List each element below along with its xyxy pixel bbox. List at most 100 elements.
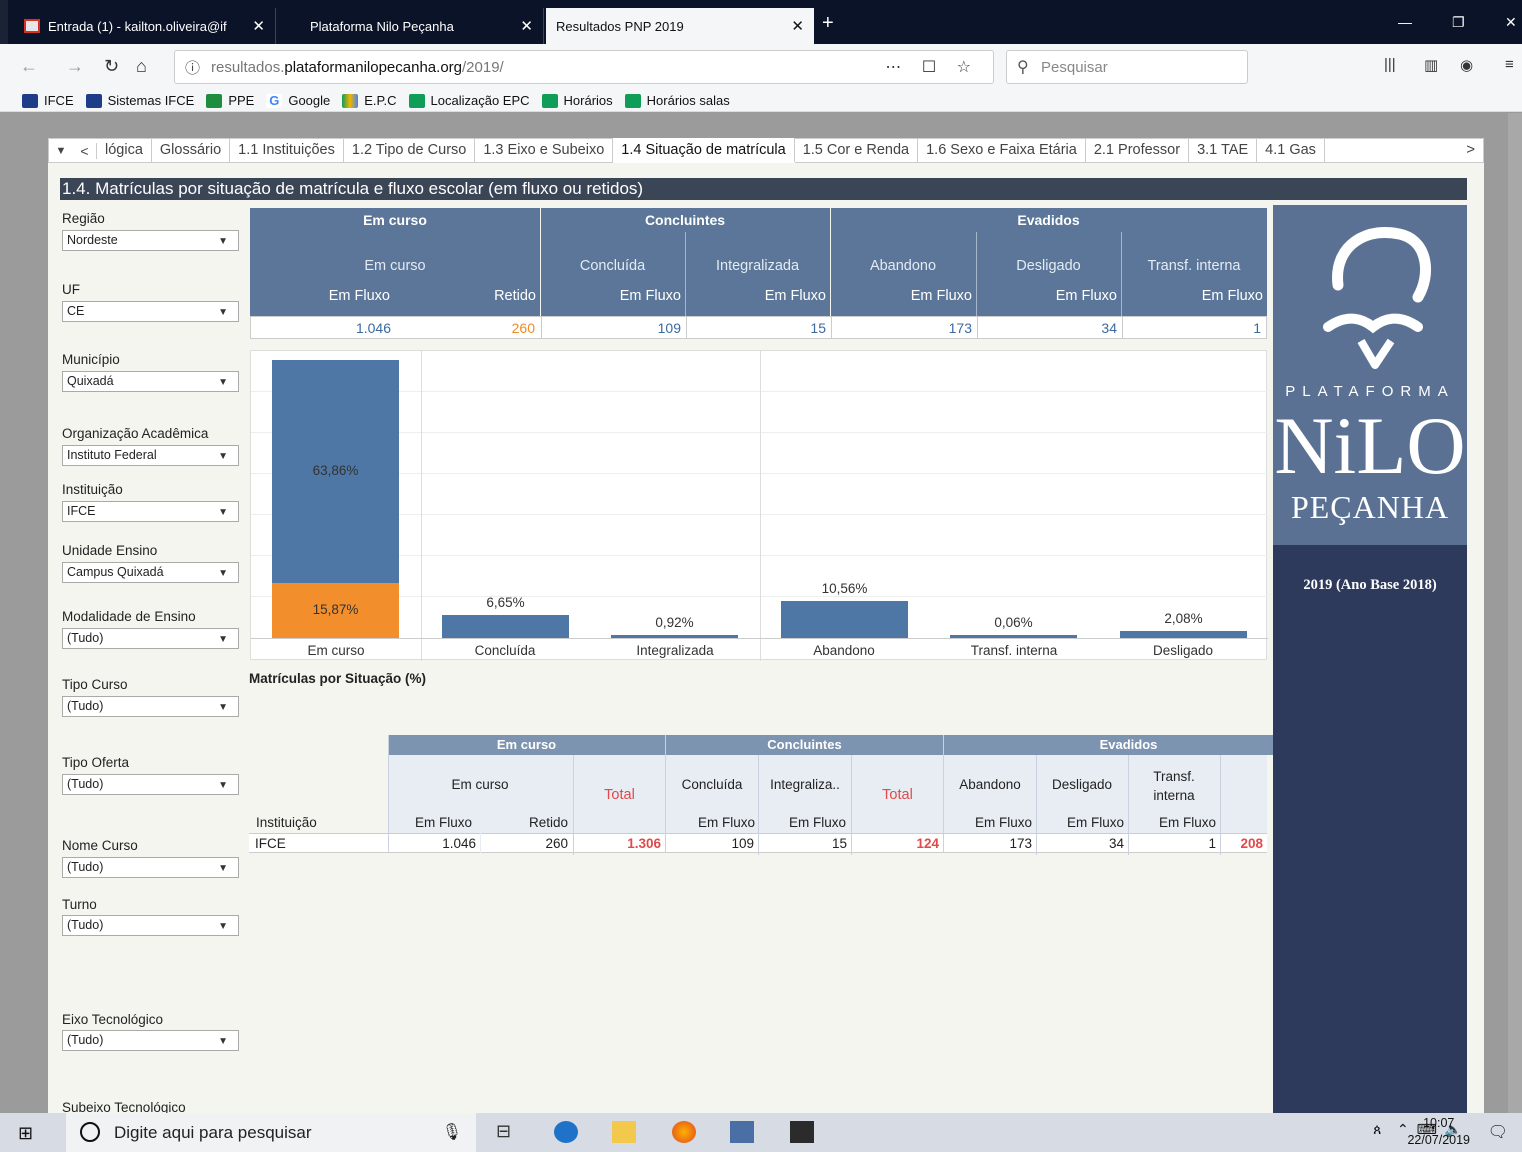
browser-tab-resultados[interactable]: Resultados PNP 2019 ✕: [546, 8, 814, 44]
tab-title: Entrada (1) - kailton.oliveira@if: [48, 18, 227, 34]
category-label: Desligado: [1152, 643, 1214, 658]
bar-em-fluxo[interactable]: [781, 601, 908, 638]
google-icon: G: [266, 93, 283, 108]
filter-turno-select[interactable]: (Tudo) ▼: [62, 915, 239, 936]
home-icon[interactable]: ⌂: [136, 56, 147, 77]
filter-uf-select[interactable]: CE ▼: [62, 301, 239, 322]
sub-transf-interna: Transf. interna: [1147, 258, 1241, 274]
task-view-icon[interactable]: ⊟: [496, 1121, 520, 1143]
filter-tipo-curso-select[interactable]: (Tudo) ▼: [62, 696, 239, 717]
filter-municipio-select[interactable]: Quixadá ▼: [62, 371, 239, 392]
divider: [851, 755, 852, 855]
tabs-prev-icon[interactable]: <: [73, 142, 97, 159]
bookmark-epc[interactable]: E.P.C: [342, 93, 397, 108]
bookmark-sistemas[interactable]: Sistemas IFCE: [85, 93, 194, 108]
tab-tae[interactable]: 3.1 TAE: [1189, 138, 1258, 163]
info-icon[interactable]: ⓘ: [185, 57, 200, 78]
tabs-dropdown-icon[interactable]: ▼: [49, 145, 73, 157]
account-icon[interactable]: ◉: [1460, 56, 1473, 74]
filter-tipo-oferta-select[interactable]: (Tudo) ▼: [62, 774, 239, 795]
dropdown-arrow-icon: ▼: [218, 863, 228, 874]
filter-instituicao-select[interactable]: IFCE ▼: [62, 501, 239, 522]
close-icon[interactable]: ✕: [252, 17, 265, 35]
windows-start-icon[interactable]: ⊞: [18, 1123, 33, 1144]
tab-glossario[interactable]: Glossário: [152, 138, 231, 163]
bookmark-ppe[interactable]: PPE: [206, 93, 254, 108]
row-value: 15: [831, 836, 847, 851]
filter-modalidade-select[interactable]: (Tudo) ▼: [62, 628, 239, 649]
detail-sub: Transf. interna: [1153, 769, 1195, 803]
url-prefix: resultados.: [211, 58, 285, 76]
tab-gastos[interactable]: 4.1 Gas: [1257, 138, 1325, 163]
tab-sexo-faixa[interactable]: 1.6 Sexo e Faixa Etária: [918, 138, 1086, 163]
divider: [758, 755, 759, 855]
detail-group-evadidos: Evadidos: [944, 735, 1313, 755]
url-bar[interactable]: ⓘ resultados. plataformanilopecanha.org/2…: [174, 50, 994, 84]
bar-em-fluxo[interactable]: [1120, 630, 1247, 638]
bar-em-fluxo[interactable]: [950, 635, 1077, 638]
taskbar-clock[interactable]: 10:07 22/07/2019: [1407, 1115, 1470, 1149]
drive-icon: [342, 93, 359, 108]
filter-label: Tipo Curso: [62, 677, 128, 692]
tab-situacao-matricula[interactable]: 1.4 Situação de matrícula: [613, 138, 795, 163]
filter-unidade-select[interactable]: Campus Quixadá ▼: [62, 562, 239, 583]
divider: [686, 317, 687, 339]
tab-instituicoes[interactable]: 1.1 Instituições: [230, 138, 344, 163]
detail-total-label: Total: [882, 787, 913, 803]
filter-label: Região: [62, 211, 105, 226]
close-icon[interactable]: ✕: [791, 17, 804, 35]
edge-icon[interactable]: [554, 1121, 578, 1143]
minimize-icon[interactable]: —: [1398, 14, 1412, 30]
bookmark-google[interactable]: G Google: [266, 93, 330, 108]
detail-flux: Retido: [528, 815, 568, 830]
tabs-next-icon[interactable]: >: [1466, 141, 1475, 158]
tab-logica[interactable]: lógica: [97, 138, 152, 163]
calculator-icon[interactable]: [790, 1121, 814, 1143]
sub-abandono: Abandono: [869, 258, 937, 274]
taskbar-search-input[interactable]: Digite aqui para pesquisar 🎙: [66, 1113, 476, 1152]
browser-tab-plataforma[interactable]: Plataforma Nilo Peçanha ✕: [284, 8, 544, 44]
detail-flux: Em Fluxo: [414, 815, 472, 830]
bookmark-horarios[interactable]: Horários: [541, 93, 613, 108]
forward-icon[interactable]: →: [66, 56, 84, 77]
row-value: 109: [731, 836, 754, 851]
microphone-icon[interactable]: 🎙: [442, 1122, 462, 1142]
new-tab-plus-icon[interactable]: +: [822, 12, 834, 35]
tableau-workbook: ▼ < lógica Glossário 1.1 Instituições 1.…: [48, 138, 1484, 1115]
tab-cor-renda[interactable]: 1.5 Cor e Renda: [795, 138, 919, 163]
divider: [977, 317, 978, 339]
firefox-icon[interactable]: [672, 1121, 696, 1143]
browser-tab-gmail[interactable]: Entrada (1) - kailton.oliveira@if ✕: [14, 8, 276, 44]
filter-regiao-select[interactable]: Nordeste ▼: [62, 230, 239, 251]
bookmark-label: IFCE: [44, 93, 74, 108]
restore-icon[interactable]: ❐: [1452, 14, 1465, 31]
sidebar-icon[interactable]: ▥: [1424, 56, 1438, 74]
filter-organizacao-select[interactable]: Instituto Federal ▼: [62, 445, 239, 466]
reload-icon[interactable]: ↻: [104, 56, 119, 77]
bar-em-fluxo[interactable]: [442, 614, 569, 638]
filter-nome-curso-select[interactable]: (Tudo) ▼: [62, 857, 239, 878]
bookmark-horarios-salas[interactable]: Horários salas: [624, 93, 730, 108]
search-input[interactable]: ⚲ Pesquisar: [1006, 50, 1248, 84]
tab-eixo-subeixo[interactable]: 1.3 Eixo e Subeixo: [475, 138, 614, 163]
bookmark-localizacao[interactable]: Localização EPC: [408, 93, 530, 108]
bar-em-fluxo[interactable]: [611, 634, 738, 638]
window-close-icon[interactable]: ✕: [1505, 14, 1517, 31]
sub-integralizada: Integralizada: [715, 258, 800, 274]
page-actions-icons[interactable]: ⋯ ☐ ☆: [885, 57, 979, 77]
back-icon[interactable]: ←: [20, 56, 38, 77]
sub-desligado: Desligado: [1016, 258, 1081, 274]
notifications-icon[interactable]: 🗨: [1488, 1122, 1508, 1142]
remote-desktop-icon[interactable]: [730, 1121, 754, 1143]
close-icon[interactable]: ✕: [520, 17, 533, 35]
file-explorer-icon[interactable]: [612, 1121, 636, 1143]
library-icon[interactable]: |||: [1384, 56, 1396, 73]
menu-icon[interactable]: ≡: [1505, 56, 1514, 73]
page-scrollbar[interactable]: [1508, 113, 1522, 1113]
bookmark-ifce[interactable]: IFCE: [22, 93, 74, 108]
filter-eixo-select[interactable]: (Tudo) ▼: [62, 1030, 239, 1051]
tab-professor[interactable]: 2.1 Professor: [1086, 138, 1190, 163]
bar-label: 0,06%: [994, 615, 1033, 630]
tab-tipo-curso[interactable]: 1.2 Tipo de Curso: [344, 138, 476, 163]
divider: [540, 208, 541, 316]
